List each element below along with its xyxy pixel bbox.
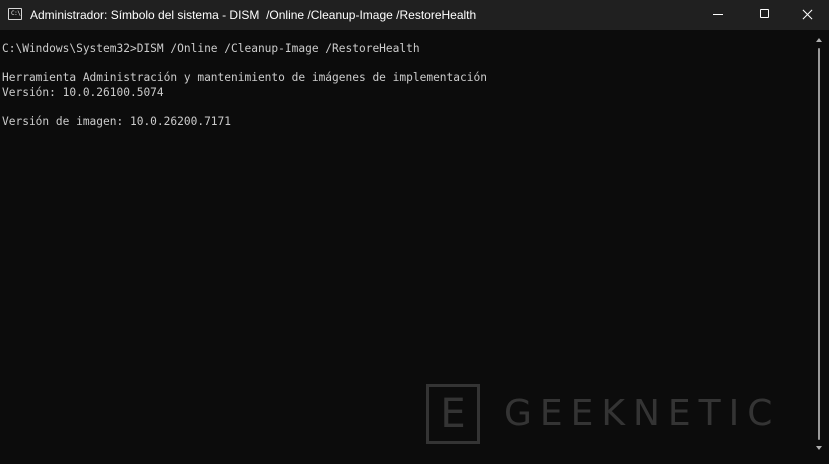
minimize-button[interactable] [695, 0, 741, 30]
close-icon [802, 9, 813, 20]
command-prompt-icon[interactable]: C:\ [8, 8, 22, 20]
scroll-up-arrow-icon[interactable] [816, 38, 822, 42]
close-button[interactable] [785, 0, 829, 30]
watermark-text: GEEKNETIC [504, 393, 781, 434]
watermark-box-letter: E [440, 391, 466, 437]
console-line-command: C:\Windows\System32>DISM /Online /Cleanu… [2, 42, 420, 55]
vertical-scrollbar[interactable] [810, 30, 829, 464]
watermark-logo: E GEEKNETIC [426, 384, 806, 446]
scroll-thumb[interactable] [818, 48, 820, 440]
maximize-icon [760, 9, 769, 18]
maximize-button[interactable] [741, 0, 787, 30]
console-line-tool-name: Herramienta Administración y mantenimien… [2, 71, 487, 84]
title-bar[interactable]: C:\ Administrador: Símbolo del sistema -… [0, 0, 829, 30]
command-prompt-icon-glyph: C:\ [11, 10, 21, 17]
console-line-image-version: Versión de imagen: 10.0.26200.7171 [2, 115, 232, 128]
console-line-version: Versión: 10.0.26100.5074 [2, 86, 164, 99]
command-prompt-window: C:\ Administrador: Símbolo del sistema -… [0, 0, 829, 464]
minimize-icon [713, 14, 723, 15]
window-title: Administrador: Símbolo del sistema - DIS… [30, 8, 477, 22]
scroll-down-arrow-icon[interactable] [816, 446, 822, 450]
